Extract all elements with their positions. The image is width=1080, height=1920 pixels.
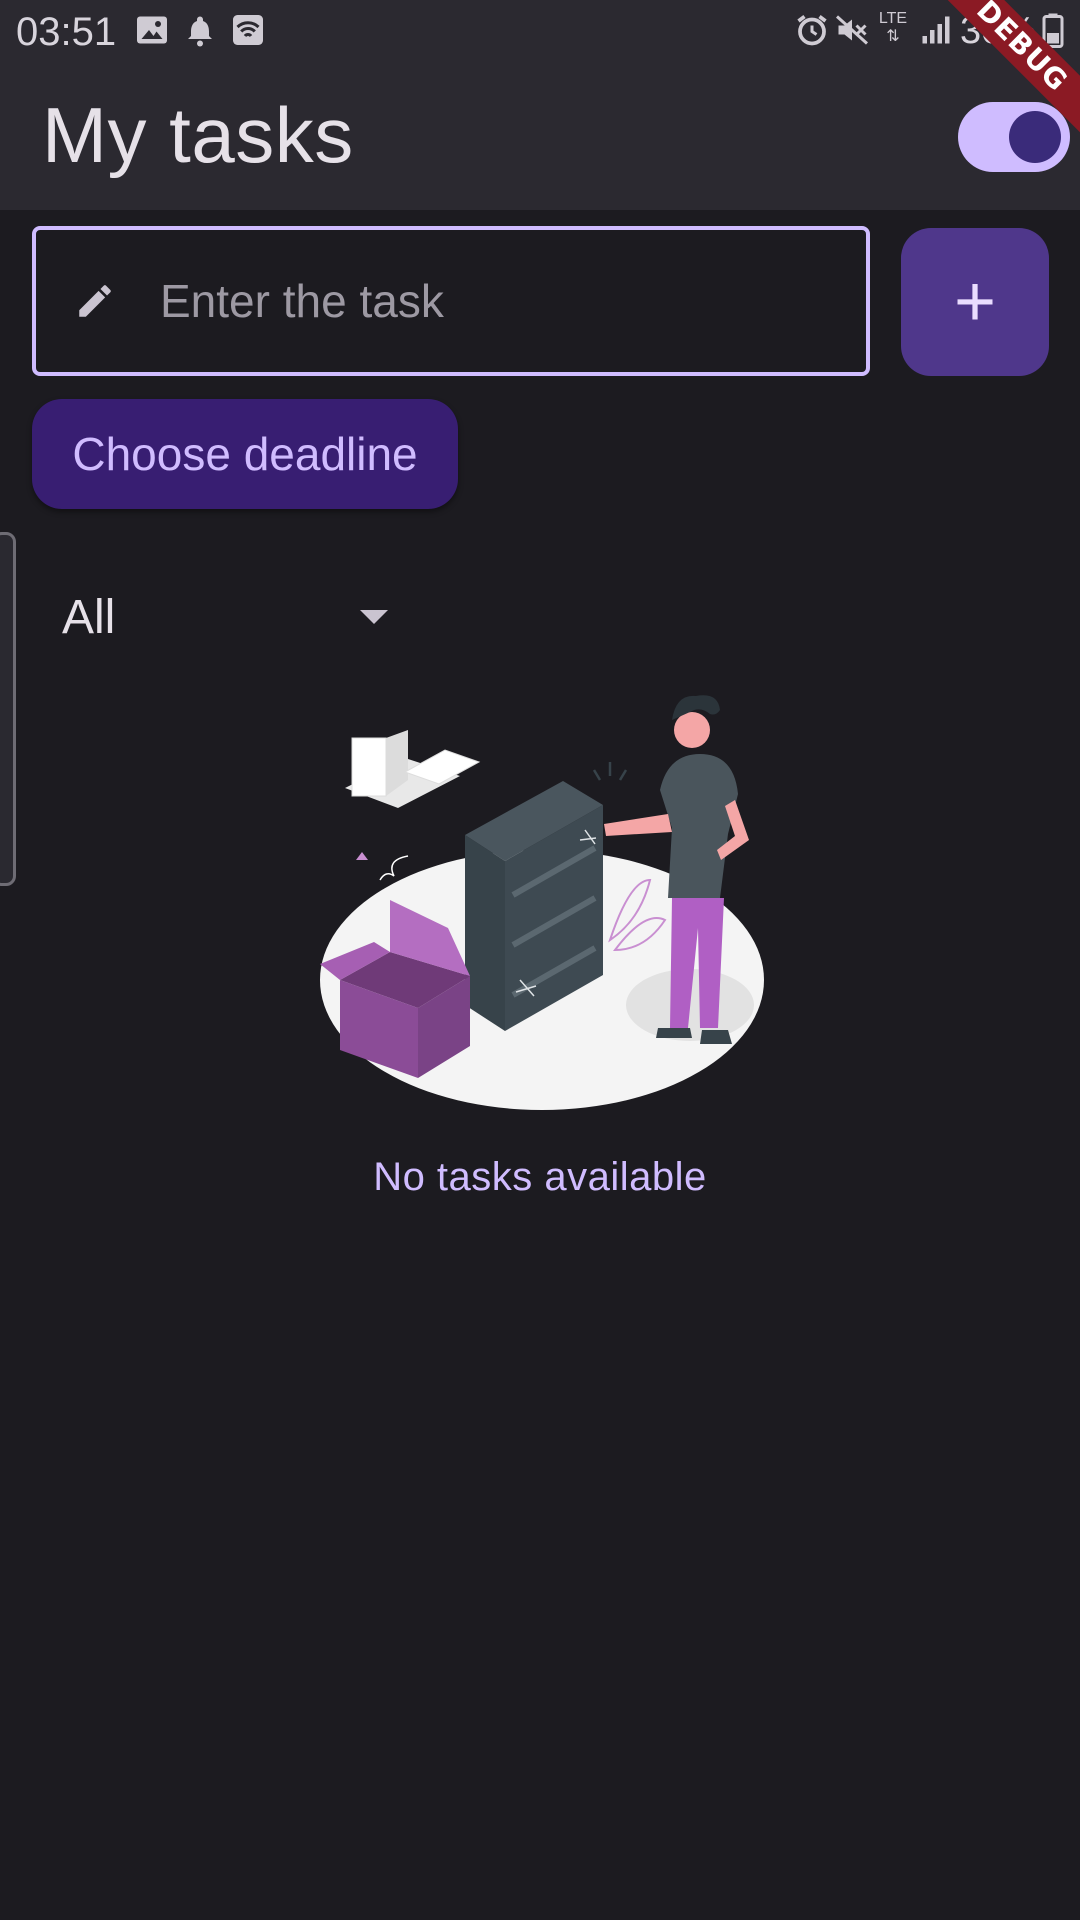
filter-dropdown[interactable]: All	[62, 580, 402, 660]
lte-icon: LTE ⇅	[878, 10, 908, 45]
page-title: My tasks	[42, 91, 354, 179]
dropdown-arrow-icon	[360, 610, 388, 624]
add-label: +	[953, 262, 997, 342]
empty-state-message: No tasks available	[373, 1155, 707, 1199]
bell-icon	[188, 16, 212, 47]
filter-selected-value: All	[62, 591, 116, 644]
deadline-label: Choose deadline	[72, 428, 418, 480]
alarm-icon	[797, 15, 827, 46]
mute-icon	[835, 15, 869, 45]
choose-deadline-button[interactable]: Choose deadline	[32, 399, 458, 509]
task-input-field[interactable]	[32, 226, 870, 376]
toggle-knob	[1009, 111, 1061, 163]
image-icon	[137, 16, 167, 44]
empty-state-illustration	[320, 695, 764, 1110]
pencil-icon	[79, 285, 111, 317]
status-bar: 03:51 LTE⇅ 30%	[0, 0, 1080, 64]
side-drawer-handle[interactable]	[0, 532, 16, 886]
add-task-button[interactable]: +	[901, 228, 1049, 376]
task-input[interactable]	[158, 260, 842, 342]
wifi-icon	[233, 15, 263, 45]
status-time: 03:51	[16, 10, 117, 54]
app-bar: My tasks	[0, 64, 1080, 210]
theme-toggle[interactable]	[958, 102, 1070, 172]
signal-icon	[922, 16, 950, 44]
